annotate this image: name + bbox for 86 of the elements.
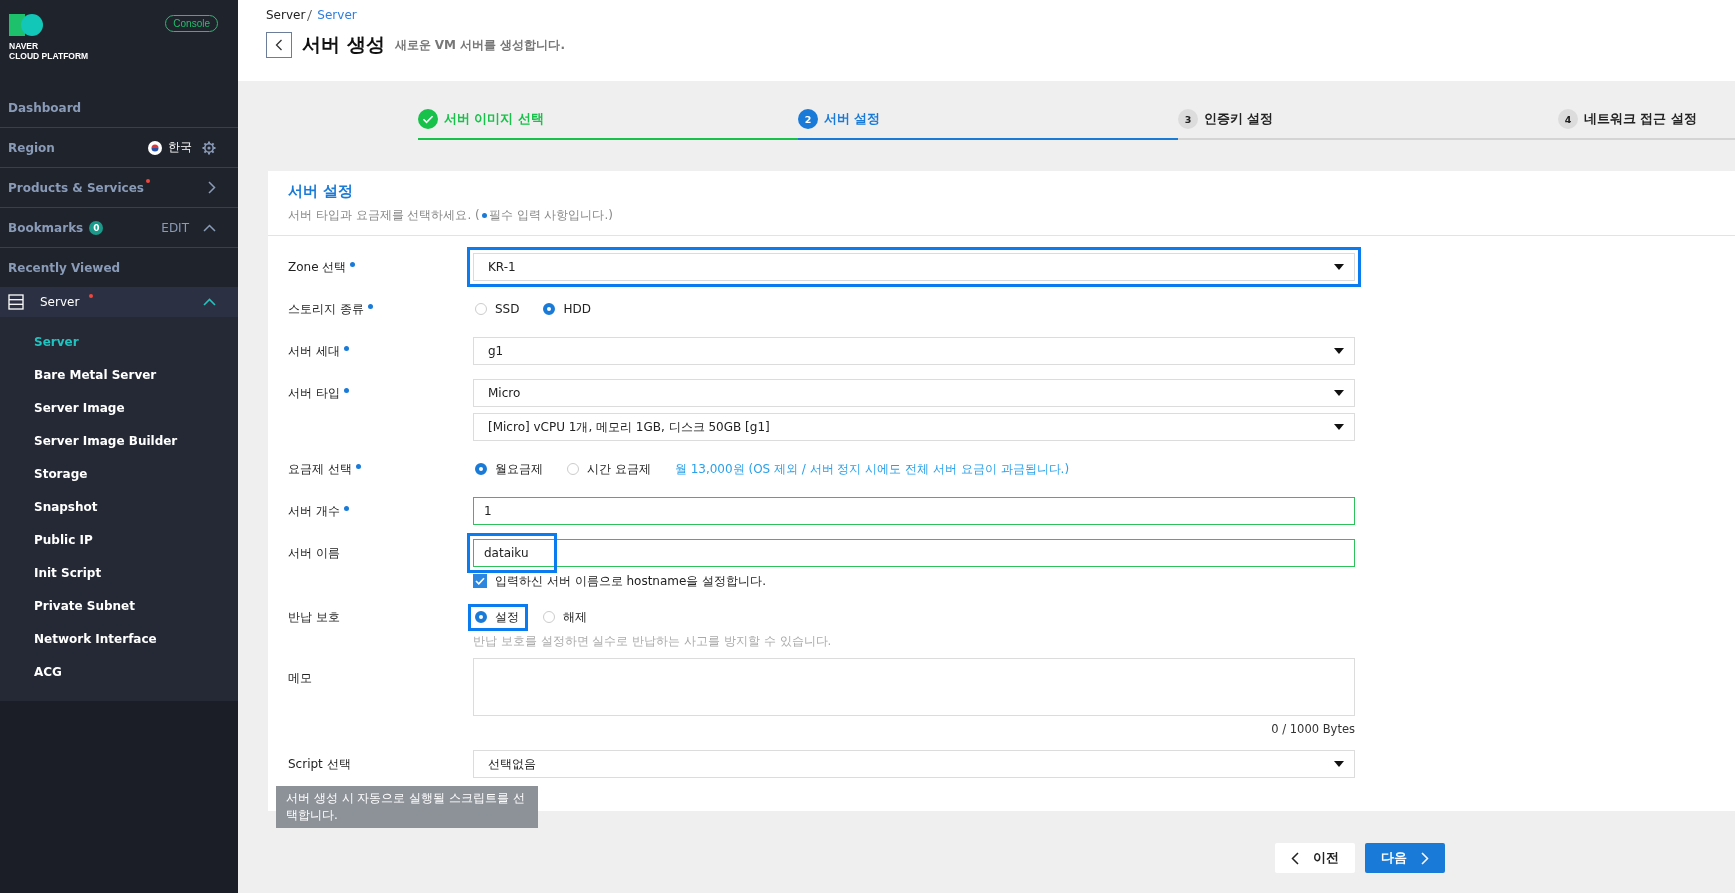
- menu-section[interactable]: Server: [0, 287, 238, 317]
- edit-link[interactable]: EDIT: [161, 220, 189, 235]
- tooltip: 서버 생성 시 자동으로 실행될 스크립트를 선택합니다.: [276, 786, 538, 828]
- field-label: 메모: [288, 670, 312, 687]
- hint-text: 서버 타입과 요금제를 선택하세요. (: [288, 207, 480, 224]
- menu-item[interactable]: Products & Services: [8, 180, 144, 195]
- select-field[interactable]: Micro: [473, 379, 1355, 407]
- page-title: 서버 생성: [302, 32, 385, 57]
- radio-option[interactable]: SSD: [473, 300, 524, 318]
- menu-item[interactable]: Recently Viewed: [8, 260, 121, 275]
- region-value[interactable]: 한국: [168, 139, 192, 156]
- step-tab[interactable]: 4 네트워크 접근 설정: [1558, 109, 1735, 140]
- field-label: 서버 세대: [288, 343, 340, 360]
- price-note: 월 13,000원 (OS 제외 / 서버 정지 시에도 전체 서버 요금이 과금됩니다.): [674, 460, 1070, 478]
- caret-down-icon: [1334, 390, 1344, 396]
- checkbox[interactable]: 입력하신 서버 이름으로 hostname을 설정합니다.: [473, 573, 1355, 589]
- radio-option[interactable]: 월요금제: [473, 458, 547, 480]
- byte-counter: 0 / 1000 Bytes: [1271, 722, 1355, 736]
- logo-text: CLOUD PLATFORM: [9, 51, 89, 61]
- chevron-right-icon[interactable]: [208, 181, 216, 194]
- check-circle-icon: [418, 109, 438, 129]
- chevron-right-icon: [1421, 851, 1429, 865]
- input-field[interactable]: 1: [473, 497, 1355, 525]
- select-field[interactable]: [Micro] vCPU 1개, 메모리 1GB, 디스크 50GB [g1]: [473, 413, 1355, 441]
- breadcrumb-item: Server: [266, 8, 306, 22]
- menu-item[interactable]: Bookmarks: [8, 220, 84, 235]
- step-number: 3: [1178, 109, 1198, 129]
- submenu-item[interactable]: Server Image: [34, 391, 238, 424]
- field-label: Script 선택: [288, 756, 351, 773]
- menu-item[interactable]: Region: [8, 140, 55, 155]
- previous-button[interactable]: 이전: [1275, 843, 1355, 873]
- chevron-up-icon[interactable]: [203, 223, 216, 232]
- step-tab[interactable]: 2 서버 설정: [798, 109, 1178, 140]
- back-button[interactable]: [266, 32, 292, 58]
- select-field[interactable]: KR-1: [473, 253, 1355, 281]
- section-label: Server: [40, 295, 80, 309]
- check-icon: [475, 577, 485, 585]
- submenu-item[interactable]: Public IP: [34, 523, 238, 556]
- chevron-left-icon: [1291, 851, 1299, 865]
- submenu-item[interactable]: Server Image Builder: [34, 424, 238, 457]
- radio-option[interactable]: 설정: [473, 606, 523, 628]
- submenu-item[interactable]: Init Script: [34, 556, 238, 589]
- step-number: 4: [1558, 109, 1578, 129]
- caret-down-icon: [1334, 424, 1344, 430]
- required-dot-icon: [481, 213, 487, 218]
- submenu-item[interactable]: Server: [34, 325, 238, 358]
- settings-icon[interactable]: [202, 140, 216, 155]
- submenu-item[interactable]: Storage: [34, 457, 238, 490]
- hint-text: 필수 입력 사항입니다.): [488, 207, 613, 224]
- field-label: 스토리지 종류: [288, 301, 364, 318]
- radio-option[interactable]: 해제: [541, 606, 591, 628]
- menu-item[interactable]: Dashboard: [8, 100, 82, 115]
- radio-option[interactable]: HDD: [541, 300, 595, 318]
- field-label: 반납 보호: [288, 609, 340, 626]
- logo-text: NAVER: [9, 41, 40, 51]
- submenu-item[interactable]: ACG: [34, 655, 238, 688]
- logo-icon: [9, 14, 43, 36]
- server-icon: [8, 294, 24, 310]
- submenu-item[interactable]: Network Interface: [34, 622, 238, 655]
- select-field[interactable]: g1: [473, 337, 1355, 365]
- radio-option[interactable]: 시간 요금제: [565, 458, 655, 480]
- step-tab[interactable]: 3 인증키 설정: [1178, 109, 1558, 140]
- flag-icon: [148, 140, 162, 155]
- count-badge: 0: [89, 220, 104, 235]
- chevron-left-icon: [275, 39, 283, 51]
- breadcrumb-link[interactable]: Server: [317, 8, 357, 22]
- submenu-item[interactable]: Private Subnet: [34, 589, 238, 622]
- page-subtitle: 새로운 VM 서버를 생성합니다.: [394, 36, 565, 54]
- caret-down-icon: [1334, 761, 1344, 767]
- submenu-item[interactable]: Snapshot: [34, 490, 238, 523]
- caret-down-icon: [1334, 264, 1344, 270]
- memo-field[interactable]: [473, 658, 1355, 716]
- step-number: 2: [798, 109, 818, 129]
- field-label: Zone 선택: [288, 259, 347, 276]
- input-field[interactable]: dataiku: [473, 539, 1355, 567]
- caret-down-icon: [1334, 348, 1344, 354]
- field-label: 서버 타입: [288, 385, 340, 402]
- submenu-item[interactable]: Bare Metal Server: [34, 358, 238, 391]
- next-button[interactable]: 다음: [1365, 843, 1445, 873]
- hint-text: 반납 보호를 설정하면 실수로 반납하는 사고를 방지할 수 있습니다.: [473, 633, 833, 650]
- field-label: 서버 개수: [288, 503, 340, 520]
- chevron-up-icon[interactable]: [203, 298, 216, 306]
- field-label: 요금제 선택: [288, 461, 352, 478]
- field-label: 서버 이름: [288, 545, 340, 562]
- select-field[interactable]: 선택없음: [473, 750, 1355, 778]
- section-title: 서버 설정: [288, 183, 354, 199]
